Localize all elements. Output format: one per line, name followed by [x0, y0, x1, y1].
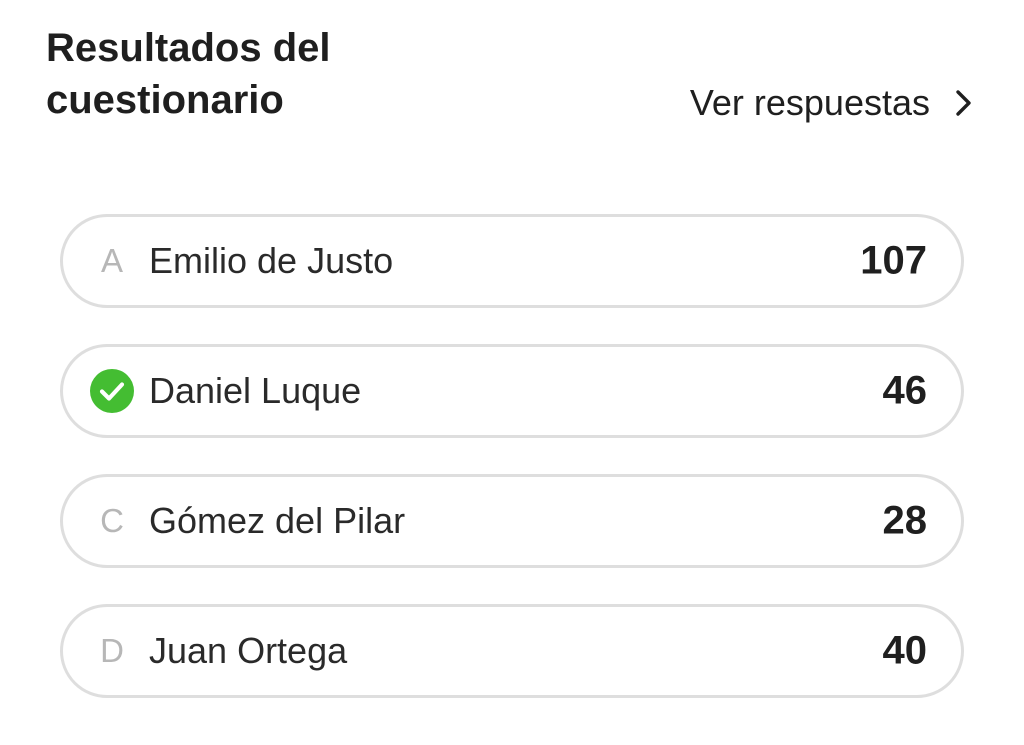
option-count: 40 — [882, 628, 928, 673]
option-label: Emilio de Justo — [149, 240, 394, 281]
quiz-results-header: Resultados del cuestionario Ver respuest… — [0, 0, 1024, 150]
answer-option-c[interactable]: C Gómez del Pilar 28 — [60, 474, 964, 568]
chevron-right-icon — [946, 86, 980, 120]
option-label: Juan Ortega — [149, 630, 348, 671]
option-letter-c: C — [100, 502, 124, 539]
option-letter-d: D — [100, 632, 124, 669]
option-count: 107 — [860, 238, 927, 283]
view-answers-link[interactable]: Ver respuestas — [690, 78, 980, 128]
option-count: 46 — [882, 368, 928, 413]
answer-option-d[interactable]: D Juan Ortega 40 — [60, 604, 964, 698]
page-title: Resultados del cuestionario — [46, 26, 331, 122]
option-label: Gómez del Pilar — [149, 500, 406, 541]
option-count: 28 — [882, 498, 928, 543]
answer-option-b[interactable]: Daniel Luque 46 — [60, 344, 964, 438]
answer-option-a[interactable]: A Emilio de Justo 107 — [60, 214, 964, 308]
view-answers-label: Ver respuestas — [689, 82, 930, 123]
answer-options-list: A Emilio de Justo 107 Daniel Luque 46 C … — [60, 214, 964, 734]
option-letter-a: A — [100, 242, 123, 279]
option-label: Daniel Luque — [149, 370, 362, 411]
check-circle-icon — [89, 368, 135, 414]
